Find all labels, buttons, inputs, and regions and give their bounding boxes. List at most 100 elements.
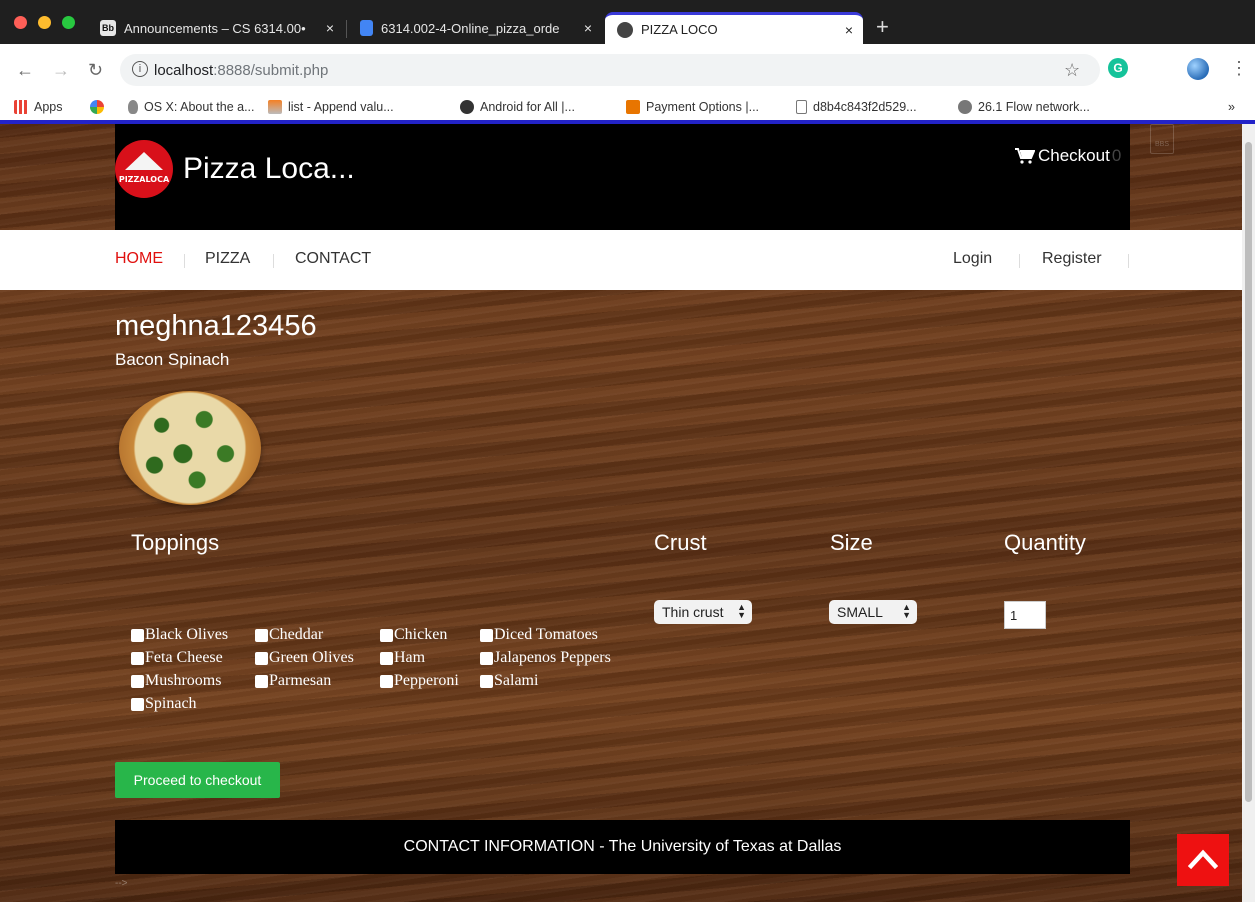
tab-label: 6314.002-4-Online_pizza_orde <box>381 20 560 36</box>
topping-pepperoni[interactable]: Pepperoni <box>380 672 459 690</box>
apple-icon <box>128 100 138 114</box>
url-host: localhost <box>154 61 214 79</box>
chevron-up-icon <box>1188 849 1218 870</box>
topping-checkbox[interactable] <box>380 651 393 665</box>
tab-google-doc[interactable]: 6314.002-4-Online_pizza_orde × <box>348 12 602 44</box>
topping-checkbox[interactable] <box>380 674 393 688</box>
close-window-button[interactable] <box>14 16 27 29</box>
size-select[interactable]: SMALL ▲ ▼ <box>829 600 917 624</box>
bookmark-flow-network[interactable]: 26.1 Flow network... <box>958 100 1090 114</box>
tab-label: Announcements – CS 6314.00• <box>124 20 306 36</box>
reload-icon[interactable]: ↻ <box>88 60 103 81</box>
topping-chicken[interactable]: Chicken <box>380 626 447 644</box>
topping-salami[interactable]: Salami <box>480 672 538 690</box>
file-ghost-icon: BBS <box>1150 124 1174 154</box>
topping-black-olives[interactable]: Black Olives <box>131 626 228 644</box>
topping-checkbox[interactable] <box>480 628 493 642</box>
crust-select[interactable]: Thin crust ▲ ▼ <box>654 600 752 624</box>
browser-chrome: Bb Announcements – CS 6314.00• × 6314.00… <box>0 0 1255 124</box>
google-docs-icon <box>360 20 373 36</box>
logo-text: PIZZALOCA <box>118 175 170 184</box>
topping-checkbox[interactable] <box>131 697 144 711</box>
bookmark-android[interactable]: Android for All |... <box>460 100 575 114</box>
topping-checkbox[interactable] <box>131 651 144 665</box>
tab-pizza-loco[interactable]: PIZZA LOCO × <box>605 12 863 44</box>
grammarly-extension-icon[interactable]: G <box>1108 58 1128 78</box>
select-arrows-icon: ▲ ▼ <box>737 602 746 620</box>
bookmark-apps[interactable]: Apps <box>14 100 63 114</box>
toppings-heading: Toppings <box>131 530 220 555</box>
topping-ham[interactable]: Ham <box>380 649 425 667</box>
tab-announcements[interactable]: Bb Announcements – CS 6314.00• × <box>88 12 344 44</box>
nav-register[interactable]: Register <box>1042 250 1102 268</box>
checkout-link[interactable]: Checkout 0 <box>1015 146 1121 166</box>
bookmark-file[interactable]: d8b4c843f2d529... <box>796 100 917 114</box>
apps-grid-icon <box>14 100 28 114</box>
topping-checkbox[interactable] <box>480 651 493 665</box>
url-path: :8888/submit.php <box>213 61 329 79</box>
topping-cheddar[interactable]: Cheddar <box>255 626 323 644</box>
topping-parmesan[interactable]: Parmesan <box>255 672 331 690</box>
cart-icon <box>1015 148 1035 164</box>
pizza-slice-icon <box>125 152 163 170</box>
address-bar[interactable]: i localhost:8888/submit.php <box>120 54 1100 86</box>
new-tab-button[interactable]: + <box>876 14 889 40</box>
file-icon <box>796 100 807 114</box>
topping-spinach[interactable]: Spinach <box>131 695 197 713</box>
nav-login[interactable]: Login <box>953 250 992 268</box>
maximize-window-button[interactable] <box>62 16 75 29</box>
nav-divider <box>184 254 185 268</box>
topping-feta-cheese[interactable]: Feta Cheese <box>131 649 223 667</box>
bookmark-stackoverflow[interactable]: list - Append valu... <box>268 100 394 114</box>
topping-checkbox[interactable] <box>255 674 268 688</box>
bookmark-google[interactable] <box>90 100 110 114</box>
wiki-icon <box>958 100 972 114</box>
nav-divider <box>1128 254 1129 268</box>
crust-heading: Crust <box>654 530 707 555</box>
topping-checkbox[interactable] <box>480 674 493 688</box>
site-brand[interactable]: Pizza Loca... <box>183 152 355 186</box>
quantity-heading: Quantity <box>1004 530 1086 555</box>
topping-checkbox[interactable] <box>380 628 393 642</box>
nav-divider <box>1019 254 1020 268</box>
bookmark-star-icon[interactable]: ☆ <box>1064 60 1080 81</box>
page-scrollbar[interactable] <box>1242 124 1255 902</box>
main-nav: HOME PIZZA CONTACT Login Register <box>0 230 1242 290</box>
scroll-to-top-button[interactable] <box>1177 834 1229 886</box>
bookmark-payment[interactable]: Payment Options |... <box>626 100 759 114</box>
nav-home[interactable]: HOME <box>115 250 163 268</box>
scrollbar-thumb[interactable] <box>1245 142 1252 802</box>
close-tab-icon[interactable]: × <box>326 20 334 36</box>
pizza-name: Bacon Spinach <box>115 350 230 369</box>
profile-avatar-icon[interactable] <box>1187 58 1209 80</box>
topping-green-olives[interactable]: Green Olives <box>255 649 354 667</box>
topping-checkbox[interactable] <box>131 674 144 688</box>
topping-diced-tomatoes[interactable]: Diced Tomatoes <box>480 626 598 644</box>
info-icon[interactable]: i <box>132 61 148 77</box>
proceed-to-checkout-button[interactable]: Proceed to checkout <box>115 762 280 798</box>
site-header: PIZZALOCA Pizza Loca... Checkout 0 <box>115 124 1130 230</box>
topping-mushrooms[interactable]: Mushrooms <box>131 672 221 690</box>
topping-checkbox[interactable] <box>255 651 268 665</box>
topping-checkbox[interactable] <box>255 628 268 642</box>
tab-divider <box>346 20 347 38</box>
pizza-image <box>119 391 261 505</box>
topping-checkbox[interactable] <box>131 628 144 642</box>
forward-arrow-icon[interactable]: → <box>52 60 70 81</box>
topping-jalapenos-peppers[interactable]: Jalapenos Peppers <box>480 649 611 667</box>
page-viewport: PIZZALOCA Pizza Loca... Checkout 0 BBS H… <box>0 124 1242 902</box>
back-arrow-icon[interactable]: ← <box>16 60 34 81</box>
bookmarks-overflow-icon[interactable]: » <box>1228 100 1235 114</box>
browser-menu-icon[interactable]: ⋮ <box>1230 58 1248 79</box>
nav-contact[interactable]: CONTACT <box>295 250 371 268</box>
minimize-window-button[interactable] <box>38 16 51 29</box>
pizza-loca-logo[interactable]: PIZZALOCA <box>115 140 173 198</box>
nav-pizza[interactable]: PIZZA <box>205 250 250 268</box>
cart-count: 0 <box>1111 146 1122 165</box>
blackboard-icon: Bb <box>100 20 116 36</box>
pizza-favicon-icon <box>617 21 633 38</box>
close-tab-icon[interactable]: × <box>845 22 853 38</box>
close-tab-icon[interactable]: × <box>584 20 592 36</box>
quantity-input[interactable]: 1 <box>1004 601 1046 629</box>
bookmark-osx[interactable]: OS X: About the a... <box>128 100 255 114</box>
